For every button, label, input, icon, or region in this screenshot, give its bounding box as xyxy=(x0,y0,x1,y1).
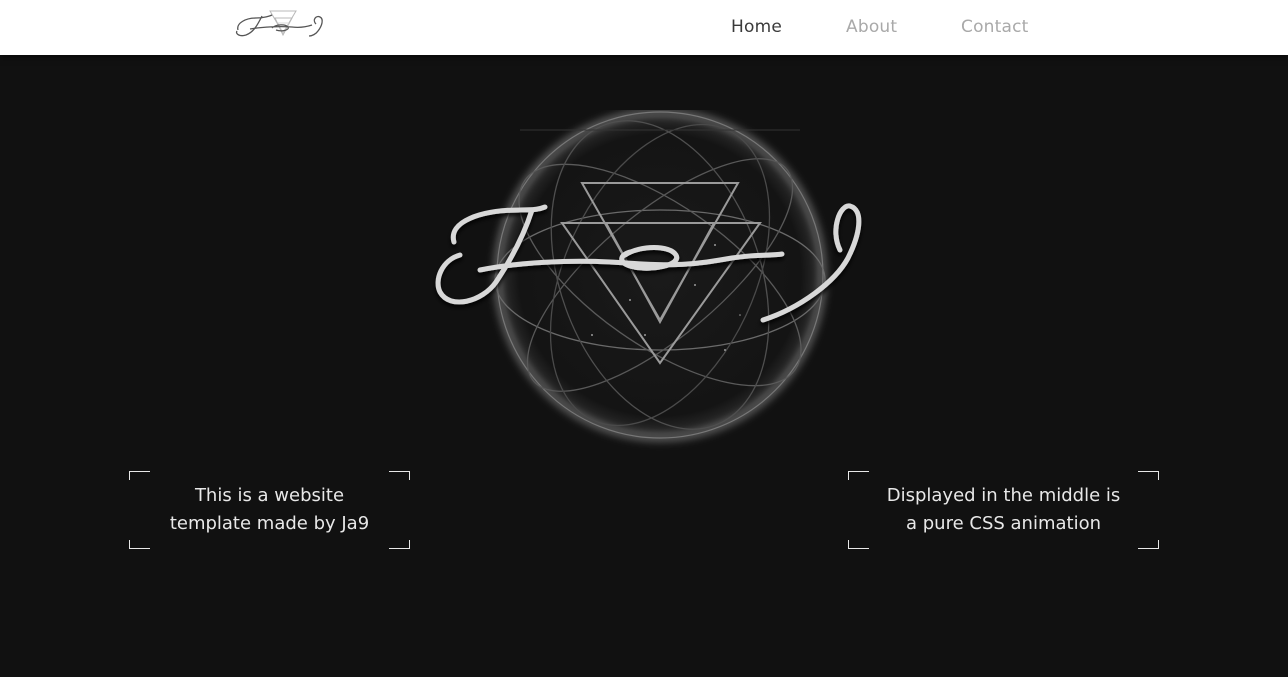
corner-bracket xyxy=(1138,471,1159,480)
info-text-right: Displayed in the middle is a pure CSS an… xyxy=(863,482,1145,538)
info-left-line-1: This is a website xyxy=(194,485,345,506)
corner-bracket xyxy=(848,471,869,480)
corner-bracket xyxy=(389,540,410,549)
corner-bracket xyxy=(848,540,869,549)
corner-bracket xyxy=(1138,540,1159,549)
nav-link-home[interactable]: Home xyxy=(731,17,782,37)
ja9-orbit-animation xyxy=(435,110,862,447)
corner-bracket xyxy=(389,471,410,480)
info-right-line-2: a pure CSS animation xyxy=(905,513,1101,534)
corner-bracket xyxy=(129,471,150,480)
info-box-right: Displayed in the middle is a pure CSS an… xyxy=(848,471,1159,549)
corner-bracket xyxy=(129,540,150,549)
nav-link-contact[interactable]: Contact xyxy=(961,17,1029,37)
info-right-line-1: Displayed in the middle is xyxy=(886,485,1121,506)
info-box-left: This is a website template made by Ja9 xyxy=(129,471,410,549)
info-left-line-2: template made by Ja9 xyxy=(169,513,370,534)
info-text-left: This is a website template made by Ja9 xyxy=(146,482,393,538)
nav-link-about[interactable]: About xyxy=(846,17,897,37)
main-nav: Home About Contact xyxy=(0,17,1288,39)
navbar: Home About Contact xyxy=(0,0,1288,55)
